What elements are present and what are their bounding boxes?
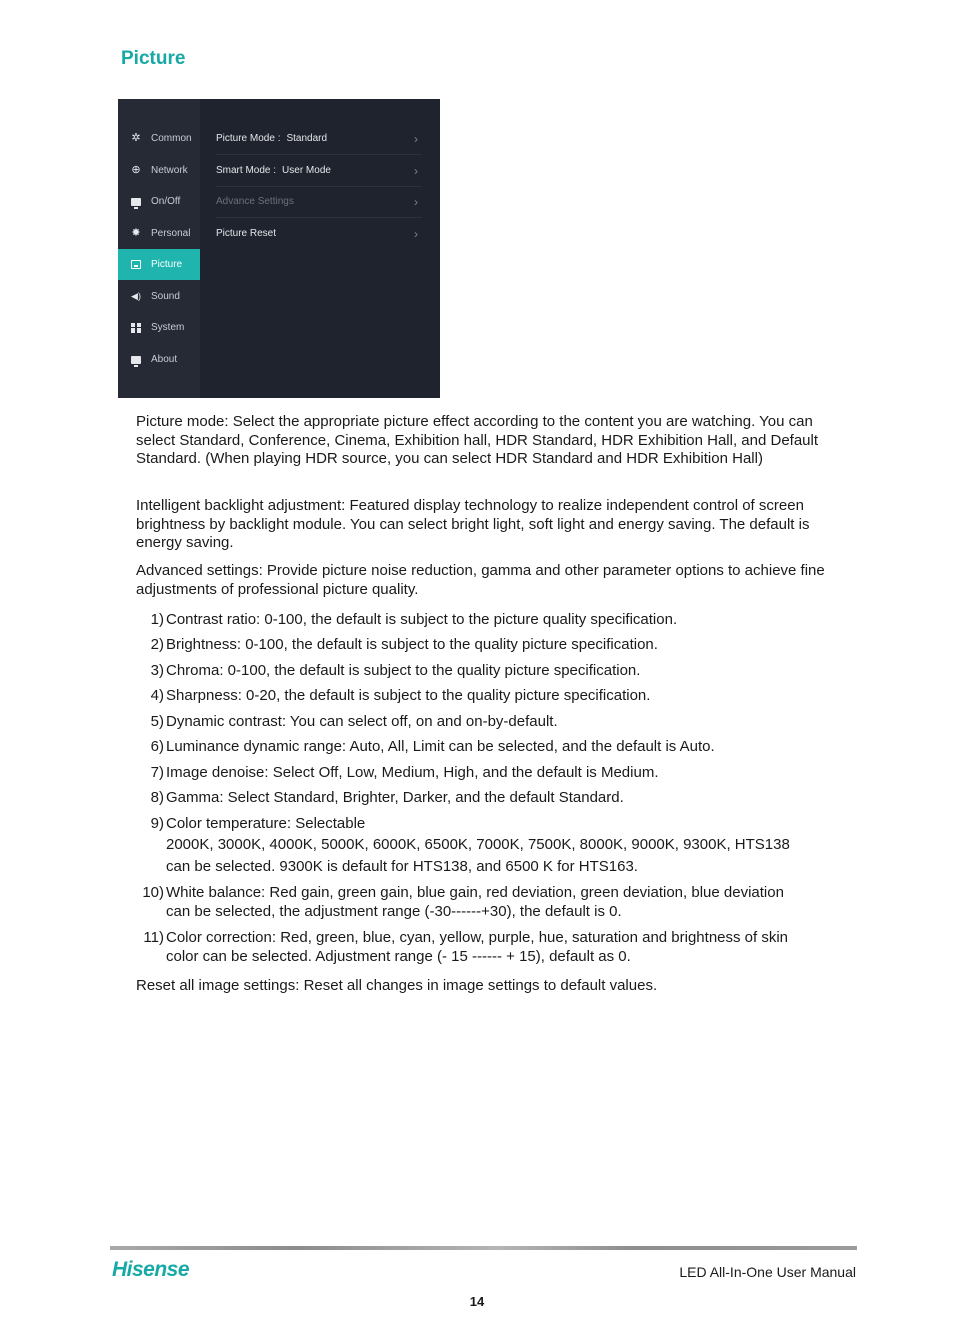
hisense-logo: Hisense: [112, 1258, 190, 1281]
chevron-right-icon: ›: [414, 194, 418, 209]
list-text: Color temperature: Selectable: [166, 815, 366, 832]
sidebar-item-label: About: [151, 354, 178, 365]
row-value: Standard: [286, 133, 328, 144]
sidebar-item-personal[interactable]: ✸ Personal: [118, 218, 200, 249]
sidebar-item-label: On/Off: [151, 196, 181, 207]
list-number: 6): [150, 738, 164, 755]
sidebar-item-sound[interactable]: ◀) Sound: [118, 281, 200, 312]
list-number: 10): [142, 884, 164, 901]
row-label: Smart Mode :: [216, 165, 277, 176]
list-text: 2000K, 3000K, 4000K, 5000K, 6000K, 6500K…: [166, 836, 790, 853]
sidebar-item-system[interactable]: System: [118, 312, 200, 343]
list-text: Brightness: 0-100, the default is subjec…: [166, 636, 658, 653]
chevron-right-icon: ›: [414, 226, 418, 241]
sidebar-item-label: Common: [151, 133, 192, 144]
list-text: White balance: Red gain, green gain, blu…: [166, 884, 784, 901]
picture-settings-panel: Picture Mode : Standard › Smart Mode : U…: [200, 99, 440, 398]
list-number: 11): [143, 929, 164, 946]
chevron-right-icon: ›: [414, 131, 418, 146]
list-text: color can be selected. Adjustment range …: [166, 948, 631, 965]
row-label: Advance Settings: [216, 196, 294, 207]
row-label: Picture Mode :: [216, 133, 281, 144]
star-burst-icon: ✸: [131, 227, 141, 239]
list-text: Gamma: Select Standard, Brighter, Darker…: [166, 789, 624, 806]
list-text: can be selected, the adjustment range (-…: [166, 903, 622, 920]
list-number: 9): [150, 815, 164, 832]
list-text: Chroma: 0-100, the default is subject to…: [166, 662, 641, 679]
picture-mode-row[interactable]: Picture Mode : Standard ›: [216, 123, 422, 155]
list-text: Contrast ratio: 0-100, the default is su…: [166, 611, 678, 628]
list-text: Luminance dynamic range: Auto, All, Limi…: [166, 738, 715, 755]
sidebar-item-label: Network: [151, 165, 188, 176]
list-number: 3): [150, 662, 164, 679]
advanced-settings-paragraph: Advanced settings: Provide picture noise…: [136, 562, 825, 598]
list-text: can be selected. 9300K is default for HT…: [166, 858, 638, 875]
info-monitor-icon: [130, 354, 142, 367]
reset-paragraph: Reset all image settings: Reset all chan…: [136, 977, 658, 994]
list-number: 8): [150, 789, 164, 806]
section-title: Picture: [121, 48, 186, 69]
sidebar-item-label: Personal: [151, 228, 191, 239]
list-number: 1): [150, 611, 164, 628]
grid-icon: [130, 322, 142, 334]
footer-divider: [110, 1246, 857, 1250]
sidebar-item-common[interactable]: ✲ Common: [118, 123, 200, 154]
list-number: 2): [150, 636, 164, 653]
sidebar-item-network[interactable]: ⊕ Network: [118, 155, 200, 186]
backlight-paragraph: Intelligent backlight adjustment: Featur…: [136, 497, 810, 551]
picture-reset-row[interactable]: Picture Reset ›: [216, 218, 422, 249]
chevron-right-icon: ›: [414, 163, 418, 178]
gear-icon: ✲: [131, 132, 141, 144]
sidebar-item-label: System: [151, 322, 185, 333]
list-text: Image denoise: Select Off, Low, Medium, …: [166, 764, 659, 781]
list-number: 5): [150, 713, 164, 730]
image-icon: [130, 259, 142, 271]
settings-menu-screenshot: ✲ Common ⊕ Network On/Off ✸ Personal Pic…: [118, 99, 440, 398]
smart-mode-row[interactable]: Smart Mode : User Mode ›: [216, 155, 422, 187]
list-number: 7): [150, 764, 164, 781]
row-label: Picture Reset: [216, 228, 277, 239]
list-text: Color correction: Red, green, blue, cyan…: [166, 929, 789, 946]
manual-title: LED All-In-One User Manual: [679, 1264, 856, 1280]
globe-icon: ⊕: [131, 164, 141, 176]
advance-settings-row[interactable]: Advance Settings ›: [216, 186, 422, 218]
picture-mode-paragraph: Picture mode: Select the appropriate pic…: [136, 413, 819, 467]
sidebar-item-onoff[interactable]: On/Off: [118, 186, 200, 217]
row-value: User Mode: [282, 165, 331, 176]
sidebar-item-picture[interactable]: Picture: [118, 249, 200, 280]
list-text: Dynamic contrast: You can select off, on…: [166, 713, 558, 730]
speaker-icon: ◀): [131, 291, 141, 301]
page-number: 14: [469, 1294, 485, 1309]
list-number: 4): [150, 687, 164, 704]
sidebar-item-about[interactable]: About: [118, 344, 200, 375]
sidebar-item-label: Picture: [151, 259, 183, 270]
sidebar-item-label: Sound: [151, 291, 180, 302]
settings-sidebar: ✲ Common ⊕ Network On/Off ✸ Personal Pic…: [118, 99, 200, 398]
power-monitor-icon: [130, 196, 142, 209]
list-text: Sharpness: 0-20, the default is subject …: [166, 687, 651, 704]
